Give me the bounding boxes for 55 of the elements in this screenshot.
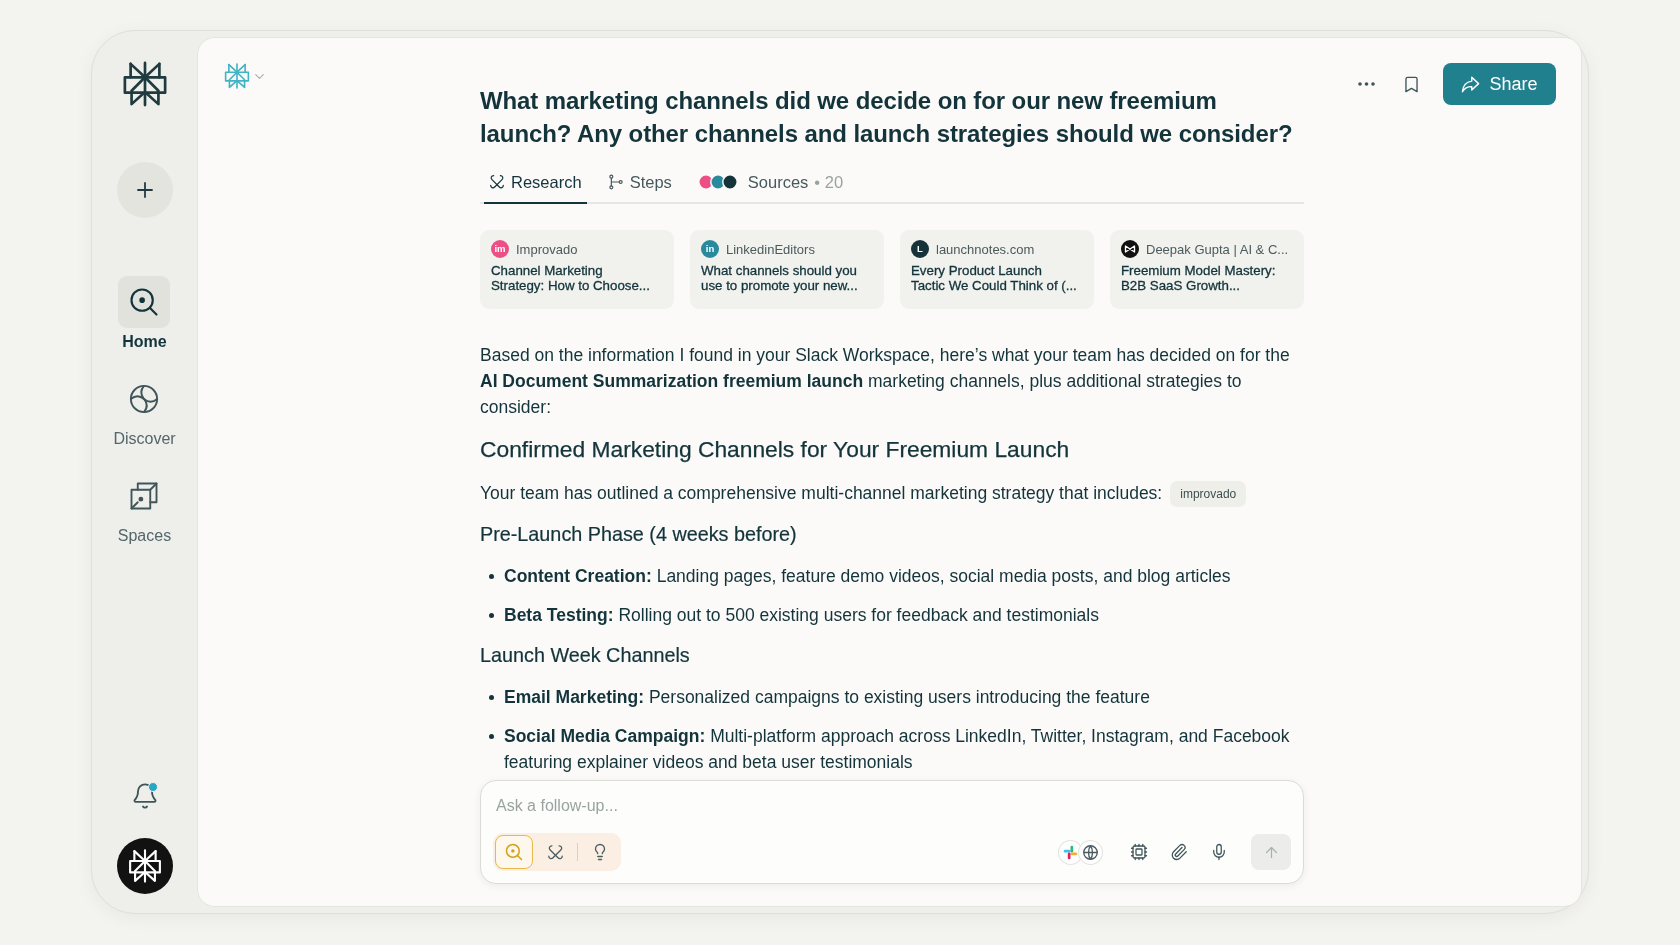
stacked-squares-icon <box>129 481 160 511</box>
source-card[interactable]: Deepak Gupta | AI & C... Freemium Model Mastery: B2B SaaS Growth... <box>1110 230 1304 309</box>
source-card[interactable]: in LinkedinEditors What channels should you use to promote your new... <box>690 230 884 309</box>
bullet-icon <box>489 573 494 579</box>
list-item-text: Beta Testing: Rolling out to 500 existing users for feedback and testimonials <box>504 604 1099 628</box>
section-heading: Confirmed Marketing Channels for Your Freemium Launch <box>480 435 1071 464</box>
answer-paragraph: Based on the information I found in your Slack Workspace, here’s what your team has decided on for the AI Document Summarization freemium launch marketing channels, plus additional strategies to consider: <box>480 344 1291 419</box>
list-item-text: Email Marketing: Personalized campaigns to existing users introducing the feature <box>504 686 1150 710</box>
subheading: Pre-Launch Phase (4 weeks before) <box>480 522 798 548</box>
source-card[interactable]: im Improvado Channel Marketing Strategy: How to Choose... <box>480 230 674 309</box>
bullet-icon <box>489 694 494 700</box>
source-site: LinkedinEditors <box>726 241 815 257</box>
bullet-icon <box>489 612 494 618</box>
sources-toggle[interactable] <box>1058 839 1103 865</box>
share-button[interactable]: Share <box>1443 63 1556 105</box>
ellipsis-icon <box>1357 82 1375 86</box>
paperclip-icon <box>1170 843 1188 861</box>
space-switcher[interactable] <box>224 62 267 90</box>
logo-icon <box>121 61 168 107</box>
source-title: Every Product Launch Tactic We Could Think of (... <box>911 264 1078 293</box>
crossed-loops-icon <box>546 843 564 861</box>
logo-icon <box>127 849 162 883</box>
tab[interactable]: Sources • 20 <box>692 162 849 204</box>
crossed-loops-icon <box>489 174 505 190</box>
source-site: launchnotes.com <box>936 241 1035 257</box>
sidebar-nav-item[interactable]: Discover <box>113 373 176 448</box>
tab[interactable]: Steps <box>602 162 677 204</box>
source-card[interactable]: L launchnotes.com Every Product Launch Tactic We Could Think of (... <box>900 230 1094 309</box>
source-title: What channels should you use to promote your new... <box>701 264 859 293</box>
follow-up-input[interactable]: Ask a follow-up... <box>493 793 1291 819</box>
citation-link[interactable]: improvado <box>1170 481 1247 508</box>
tab[interactable]: Research <box>484 162 587 204</box>
source-site: Deepak Gupta | AI & C... <box>1146 241 1289 257</box>
site-logo: L <box>911 240 929 258</box>
unread-dot-icon <box>147 782 158 792</box>
subheading: Launch Week Channels <box>480 643 691 669</box>
logo-icon <box>224 63 250 89</box>
list-item-text: Social Media Campaign: Multi-platform approach across LinkedIn, Twitter, Instagram, and Facebook featuring explainer videos and beta user testimonials <box>504 725 1291 775</box>
search-icon <box>505 843 523 861</box>
site-logo: im <box>491 240 509 258</box>
sidebar-nav-item[interactable]: Spaces <box>117 470 172 545</box>
bullet-icon <box>489 733 494 739</box>
answer-paragraph: Your team has outlined a comprehensive multi-channel marketing strategy that includes: improvado <box>480 480 1304 508</box>
microphone-icon <box>1210 843 1228 861</box>
magnifier-icon <box>129 287 160 317</box>
list-item-text: Content Creation: Landing pages, feature demo videos, social media posts, and blog articles <box>504 565 1231 589</box>
branch-icon <box>607 174 624 190</box>
chip-icon <box>1130 843 1148 861</box>
source-site: Improvado <box>516 241 578 257</box>
site-logo: in <box>701 240 719 258</box>
share-arrow-icon <box>1461 75 1481 93</box>
thread-title: What marketing channels did we decide on for our new freemium launch? Any other channels and launch strategies should we consider? <box>480 86 1294 149</box>
source-title: Channel Marketing Strategy: How to Choose... <box>491 264 651 293</box>
globe-icon <box>129 384 160 414</box>
source-title: Freemium Model Mastery: B2B SaaS Growth... <box>1121 264 1277 293</box>
